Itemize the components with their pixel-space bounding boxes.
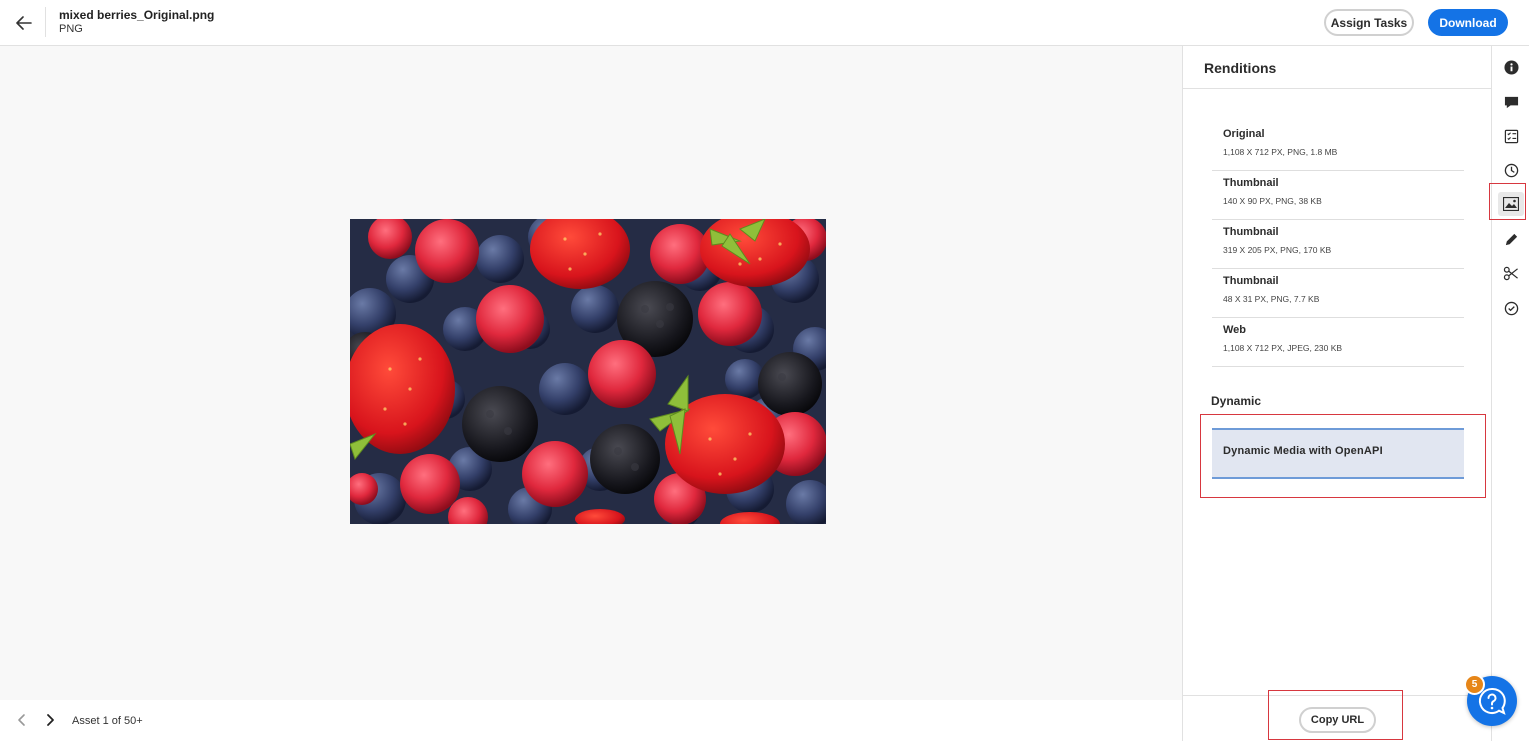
arrow-left-icon [16, 16, 32, 30]
panel-title: Renditions [1204, 60, 1277, 76]
header-divider [45, 7, 46, 37]
tasks-icon[interactable] [1503, 128, 1519, 144]
info-icon[interactable] [1503, 59, 1519, 75]
rendition-name: Original [1223, 128, 1265, 140]
review-icon[interactable] [1503, 300, 1519, 316]
rendition-item[interactable]: Thumbnail 319 X 205 PX, PNG, 170 KB [1212, 220, 1464, 269]
back-button[interactable] [11, 10, 37, 36]
panel-footer: Copy URL [1183, 690, 1491, 741]
rendition-name: Thumbnail [1223, 177, 1279, 189]
file-type: PNG [59, 23, 83, 35]
rendition-meta: 140 X 90 PX, PNG, 38 KB [1223, 196, 1322, 206]
notification-badge: 5 [1464, 674, 1485, 695]
rendition-item[interactable]: Original 1,108 X 712 PX, PNG, 1.8 MB [1212, 122, 1464, 171]
berries-image [350, 219, 826, 524]
renditions-panel: Renditions Original 1,108 X 712 PX, PNG,… [1182, 46, 1492, 741]
renditions-icon[interactable] [1503, 196, 1519, 212]
history-icon[interactable] [1503, 162, 1519, 178]
rendition-name: Thumbnail [1223, 226, 1279, 238]
rendition-name: Web [1223, 324, 1247, 336]
asset-navigation-bar: Asset 1 of 50+ [0, 700, 1182, 741]
rendition-item[interactable]: Thumbnail 140 X 90 PX, PNG, 38 KB [1212, 171, 1464, 220]
rendition-meta: 1,108 X 712 PX, JPEG, 230 KB [1223, 343, 1343, 353]
rendition-item[interactable]: Web 1,108 X 712 PX, JPEG, 230 KB [1212, 318, 1464, 367]
renditions-list: Original 1,108 X 712 PX, PNG, 1.8 MB Thu… [1212, 122, 1464, 367]
chevron-left-icon [18, 714, 25, 726]
rendition-name: Thumbnail [1223, 275, 1279, 287]
next-asset-button[interactable] [43, 713, 57, 727]
asset-preview-area [0, 46, 1182, 700]
rendition-meta: 1,108 X 712 PX, PNG, 1.8 MB [1223, 147, 1338, 157]
rendition-item[interactable]: Thumbnail 48 X 31 PX, PNG, 7.7 KB [1212, 269, 1464, 318]
asset-position: Asset 1 of 50+ [72, 715, 143, 727]
side-rail [1489, 46, 1529, 741]
panel-header: Renditions [1183, 46, 1491, 89]
download-button[interactable]: Download [1428, 9, 1508, 36]
assign-tasks-button[interactable]: Assign Tasks [1324, 9, 1414, 36]
top-bar: mixed berries_Original.png PNG Assign Ta… [0, 0, 1529, 46]
rendition-meta: 48 X 31 PX, PNG, 7.7 KB [1223, 294, 1320, 304]
edit-icon[interactable] [1503, 231, 1519, 247]
copy-url-button[interactable]: Copy URL [1299, 707, 1376, 733]
dynamic-media-openapi-item[interactable]: Dynamic Media with OpenAPI [1212, 428, 1464, 479]
asset-preview-image [350, 219, 826, 524]
cut-icon[interactable] [1503, 265, 1519, 281]
previous-asset-button[interactable] [15, 713, 29, 727]
rendition-meta: 319 X 205 PX, PNG, 170 KB [1223, 245, 1332, 255]
file-name: mixed berries_Original.png [59, 8, 215, 22]
dynamic-section-label: Dynamic [1211, 394, 1262, 408]
chevron-right-icon [47, 714, 54, 726]
comment-icon[interactable] [1503, 94, 1519, 110]
